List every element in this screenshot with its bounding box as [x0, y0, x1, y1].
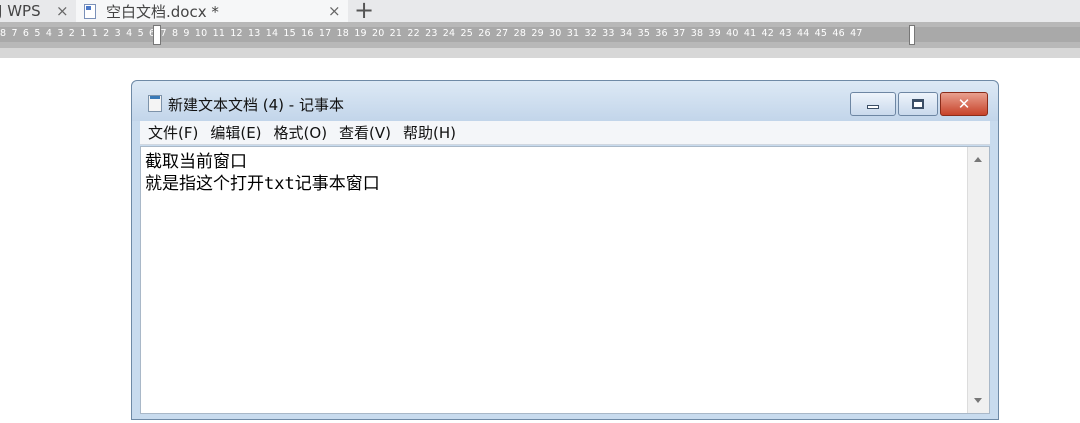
menu-format[interactable]: 格式(O)	[274, 122, 328, 143]
scroll-up-icon[interactable]	[974, 157, 982, 162]
ruler-numbers: 8 7 6 5 4 3 2 1 1 2 3 4 5 6 7 8 9 10 11 …	[0, 28, 863, 39]
tab-label: 空白文档.docx *	[106, 2, 219, 21]
maximize-button[interactable]	[898, 92, 938, 116]
notepad-title-bar[interactable]: 新建文本文档 (4) - 记事本 ✕	[132, 81, 998, 121]
minimize-icon	[867, 105, 879, 109]
notepad-icon	[148, 95, 162, 112]
document-gutter	[0, 48, 1080, 58]
left-indent-marker[interactable]	[153, 25, 161, 45]
tab-label: J WPS	[0, 2, 41, 20]
notepad-window: 新建文本文档 (4) - 记事本 ✕ 文件(F) 编辑(E) 格式(O) 查看(…	[131, 80, 999, 420]
menu-help[interactable]: 帮助(H)	[403, 122, 456, 143]
document-icon	[84, 3, 96, 19]
vertical-scrollbar[interactable]	[967, 147, 989, 413]
tab-document[interactable]: 空白文档.docx * ×	[76, 0, 348, 22]
menu-file[interactable]: 文件(F)	[148, 122, 198, 143]
wps-tab-bar: J WPS × 空白文档.docx * × +	[0, 0, 1080, 24]
menu-view[interactable]: 查看(V)	[339, 122, 391, 143]
notepad-text-area[interactable]: 截取当前窗口 就是指这个打开txt记事本窗口	[140, 146, 990, 414]
close-button[interactable]: ✕	[940, 92, 988, 116]
minimize-button[interactable]	[850, 92, 896, 116]
new-tab-icon[interactable]: +	[354, 0, 374, 24]
maximize-icon	[912, 99, 924, 109]
close-icon: ✕	[957, 95, 971, 113]
right-indent-marker[interactable]	[909, 25, 915, 45]
close-icon[interactable]: ×	[56, 2, 69, 20]
window-title: 新建文本文档 (4) - 记事本	[168, 96, 344, 114]
tab-wps-home[interactable]: J WPS ×	[0, 0, 74, 22]
notepad-menu-bar: 文件(F) 编辑(E) 格式(O) 查看(V) 帮助(H)	[140, 121, 990, 145]
horizontal-ruler: 8 7 6 5 4 3 2 1 1 2 3 4 5 6 7 8 9 10 11 …	[0, 22, 1080, 48]
close-icon[interactable]: ×	[328, 2, 341, 20]
scroll-down-icon[interactable]	[974, 398, 982, 403]
notepad-content[interactable]: 截取当前窗口 就是指这个打开txt记事本窗口	[145, 151, 380, 195]
menu-edit[interactable]: 编辑(E)	[210, 122, 261, 143]
